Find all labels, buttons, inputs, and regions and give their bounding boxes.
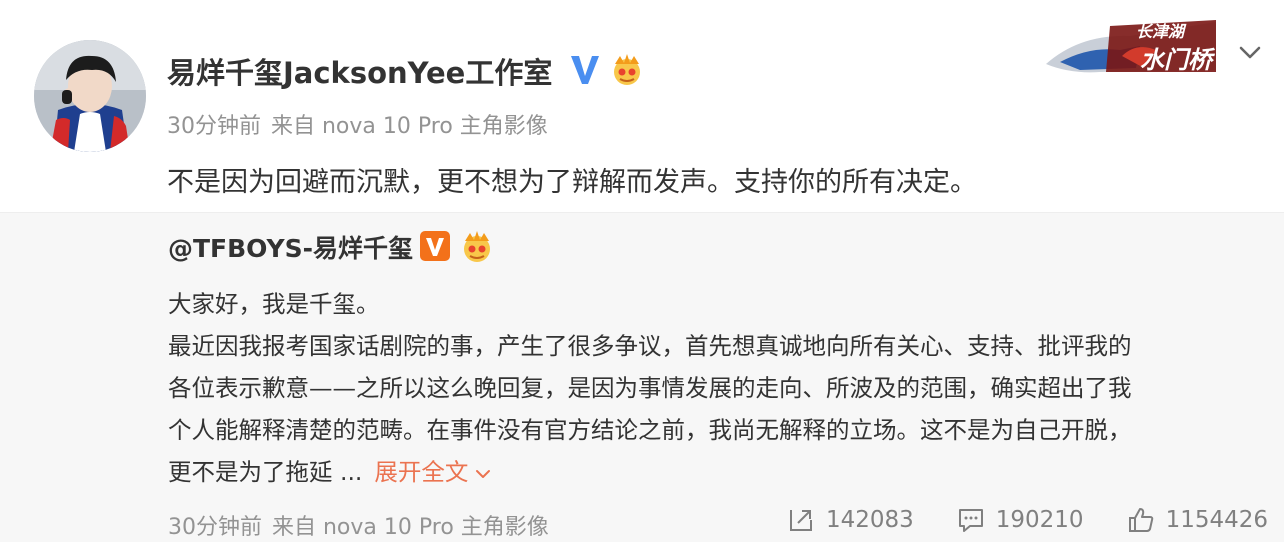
like-icon [1128,508,1153,532]
banner-title-top: 长津湖 [1136,22,1185,41]
comment-count: 190210 [995,507,1084,533]
expand-full-text-link[interactable]: 展开全文 [374,458,492,486]
reposted-weibo[interactable]: @TFBOYS-易烊千玺 大家好，我是千玺。 最近因我报考国家话剧院的事，产生了… [0,212,1284,542]
avatar-image [34,40,146,152]
repost-text-last-line: 更不是为了拖延 ... 展开全文 [168,453,492,487]
post-meta: 30分钟前 来自 nova 10 Pro 主角影像 [167,108,548,140]
verified-badge-icon [420,231,450,261]
avatar[interactable] [34,40,146,152]
action-bar: 142083 190210 1154426 [744,505,1268,535]
post-text: 不是因为回避而沉默，更不想为了辩解而发声。支持你的所有决定。 [167,167,977,198]
repost-text-line: 最近因我报考国家话剧院的事，产生了很多争议，首先想真诚地向所有关心、支持、批评我… [168,332,1132,360]
repost-button[interactable]: 142083 [786,505,914,535]
chevron-down-icon[interactable] [1236,38,1264,66]
repost-count: 142083 [825,507,914,533]
decoration-banner: 长津湖 水门桥 [1040,16,1220,76]
post-author-name[interactable]: 易烊千玺JacksonYee工作室 [167,50,552,92]
crown-icon[interactable] [458,227,496,265]
post-time[interactable]: 30分钟前 [167,114,261,139]
like-count: 1154426 [1165,507,1268,533]
repost-text-line: 大家好，我是千玺。 [168,290,380,318]
repost-icon [789,510,812,531]
repost-meta: 30分钟前 来自 nova 10 Pro 主角影像 [168,509,549,541]
repost-time[interactable]: 30分钟前 [168,515,262,540]
post-source: 来自 nova 10 Pro 主角影像 [271,114,548,139]
repost-text-line: 更不是为了拖延 ... [168,458,363,486]
crown-icon[interactable] [608,50,646,88]
comment-icon [958,509,983,532]
verified-badge-icon [571,56,599,84]
comment-button[interactable]: 190210 [956,505,1084,535]
weibo-card: 易烊千玺JacksonYee工作室 长津湖 水门桥 30分钟前 来自 nova 1… [0,0,1284,542]
repost-text-line: 各位表示歉意——之所以这么晚回复，是因为事情发展的走向、所波及的范围，确实超出了… [168,374,1132,402]
chevron-down-icon[interactable] [474,467,492,481]
repost-author-link[interactable]: @TFBOYS-易烊千玺 [168,229,413,265]
expand-label[interactable]: 展开全文 [374,458,468,486]
repost-source: 来自 nova 10 Pro 主角影像 [272,515,549,540]
repost-text-line: 个人能解释清楚的范畴。在事件没有官方结论之前，我尚无解释的立场。这不是为自己开脱… [168,416,1132,444]
banner-title-bottom: 水门桥 [1140,46,1212,74]
like-button[interactable]: 1154426 [1126,505,1268,535]
